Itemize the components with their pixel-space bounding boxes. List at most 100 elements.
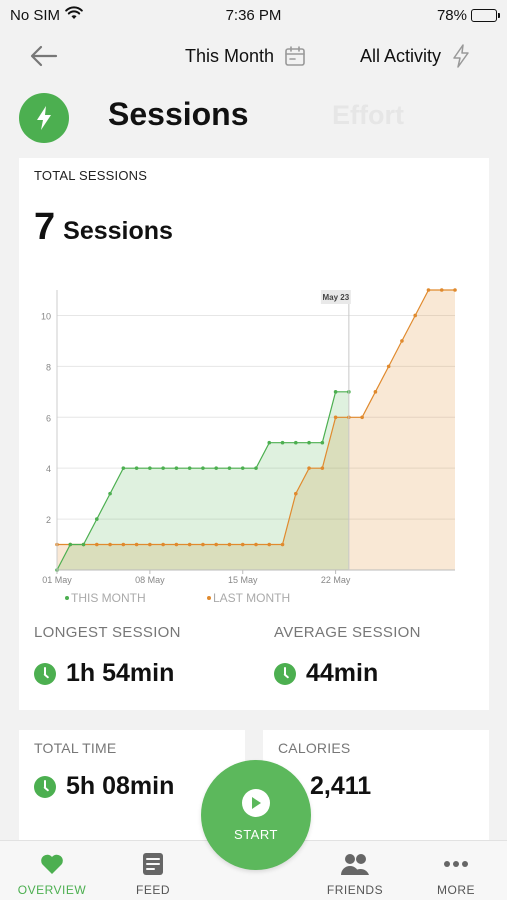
activity-filter[interactable]: All Activity [360, 42, 471, 70]
tab-feed-label: FEED [135, 883, 170, 897]
tab-friends-label: FRIENDS [326, 883, 384, 897]
tab-more-label: MORE [437, 883, 475, 897]
battery-icon [471, 8, 500, 22]
activity-label: All Activity [360, 45, 442, 66]
more-dots-icon [411, 851, 501, 877]
x-tick-label: 08 May [135, 575, 165, 585]
period-label: This Month [185, 45, 275, 66]
y-tick-label: 6 [46, 413, 51, 423]
clock-icon [34, 775, 56, 798]
last-month-point [373, 390, 378, 394]
this-month-point [161, 466, 165, 470]
this-month-point [68, 542, 73, 547]
activity-type-button[interactable] [19, 93, 69, 143]
total-sessions-label: TOTAL SESSIONS [34, 168, 148, 183]
average-session-stat: AVERAGE SESSION 44min [274, 624, 421, 688]
last-month-point [148, 542, 152, 547]
last-month-point [413, 313, 418, 318]
this-month-point [320, 440, 325, 445]
sessions-chart[interactable]: 2 4 6 8 10 01 May 08 May 15 May 22 May May 23 TH… [19, 280, 489, 610]
last-month-point [439, 288, 444, 292]
x-tick-label: 22 May [321, 575, 351, 585]
total-time-value-row: 5h 08min [34, 772, 174, 801]
longest-session-value-row: 1h 54min [34, 659, 181, 688]
this-month-point [214, 466, 218, 470]
last-month-point [453, 288, 457, 292]
tab-more[interactable]: MORE [411, 851, 501, 897]
back-button[interactable] [28, 42, 60, 70]
last-month-point [227, 542, 232, 547]
period-selector[interactable]: This Month [185, 42, 306, 70]
this-month-point [333, 390, 338, 394]
last-month-point [201, 542, 205, 547]
legend-label: THIS MONTH [71, 591, 146, 605]
this-month-point [148, 466, 152, 470]
last-month-point [161, 542, 165, 547]
legend-dot [65, 596, 69, 600]
this-month-point [307, 440, 311, 445]
last-month-point [187, 542, 192, 547]
tab-overview[interactable]: OVERVIEW [7, 851, 97, 897]
last-month-point [360, 415, 364, 420]
chart-legend: THIS MONTH LAST MONTH [65, 591, 290, 605]
lightning-icon [453, 44, 469, 68]
clock-icon [34, 662, 56, 685]
calendar-icon [285, 46, 305, 66]
nav-bar: This Month All Activity [0, 32, 507, 80]
friends-icon [310, 851, 400, 877]
legend-label: LAST MONTH [213, 591, 290, 605]
heart-icon [7, 851, 97, 877]
this-month-point [267, 440, 272, 445]
status-right: 78% [436, 6, 500, 24]
this-month-point [174, 466, 179, 470]
battery-percent: 78% [436, 6, 467, 24]
carrier-label: No SIM [10, 6, 61, 24]
last-month-point [240, 542, 245, 547]
tab-friends[interactable]: FRIENDS [310, 851, 400, 897]
last-month-point [280, 542, 285, 547]
feed-icon [108, 851, 198, 877]
sessions-card: TOTAL SESSIONS 7 Sessions 2 4 6 8 10 01 May 08… [19, 158, 489, 710]
last-month-point [307, 466, 311, 470]
x-tick-label: 01 May [42, 575, 72, 585]
last-month-point [214, 542, 218, 547]
calories-value-row: 2,411 [310, 772, 371, 801]
sessions-unit: Sessions [63, 217, 173, 245]
last-month-point [267, 542, 272, 547]
last-month-point [333, 415, 338, 420]
arrow-left-icon [30, 45, 58, 67]
this-month-point [240, 466, 245, 470]
total-time-value: 5h 08min [66, 772, 175, 800]
last-month-point [134, 542, 139, 547]
tab-sessions[interactable]: Sessions [108, 96, 249, 133]
wifi-icon [65, 6, 83, 24]
this-month-point [254, 466, 258, 470]
metric-tabs: Sessions Effort [0, 88, 507, 148]
average-session-label: AVERAGE SESSION [274, 624, 421, 641]
this-month-point [121, 466, 126, 470]
this-month-point [294, 440, 298, 445]
status-left: No SIM [10, 6, 83, 24]
this-month-point [280, 440, 285, 445]
this-month-point [81, 542, 86, 547]
this-month-point [187, 466, 192, 470]
tab-effort[interactable]: Effort [332, 100, 404, 131]
longest-session-label: LONGEST SESSION [34, 624, 181, 641]
last-month-point [320, 466, 325, 470]
start-label: START [234, 826, 278, 842]
last-month-point [108, 542, 112, 547]
last-month-point [426, 288, 431, 292]
this-month-point [201, 466, 205, 470]
y-tick-label: 2 [46, 515, 51, 525]
tab-feed[interactable]: FEED [108, 851, 198, 897]
last-month-point [174, 542, 179, 547]
this-month-point [95, 517, 99, 521]
average-session-value-row: 44min [274, 659, 421, 688]
y-tick-label: 10 [41, 311, 51, 321]
start-button[interactable]: START [201, 760, 311, 870]
date-marker-label: May 23 [323, 293, 350, 302]
this-month-point [227, 466, 232, 470]
play-icon [242, 788, 270, 817]
legend-dot [207, 596, 211, 600]
longest-session-stat: LONGEST SESSION 1h 54min [34, 624, 181, 688]
